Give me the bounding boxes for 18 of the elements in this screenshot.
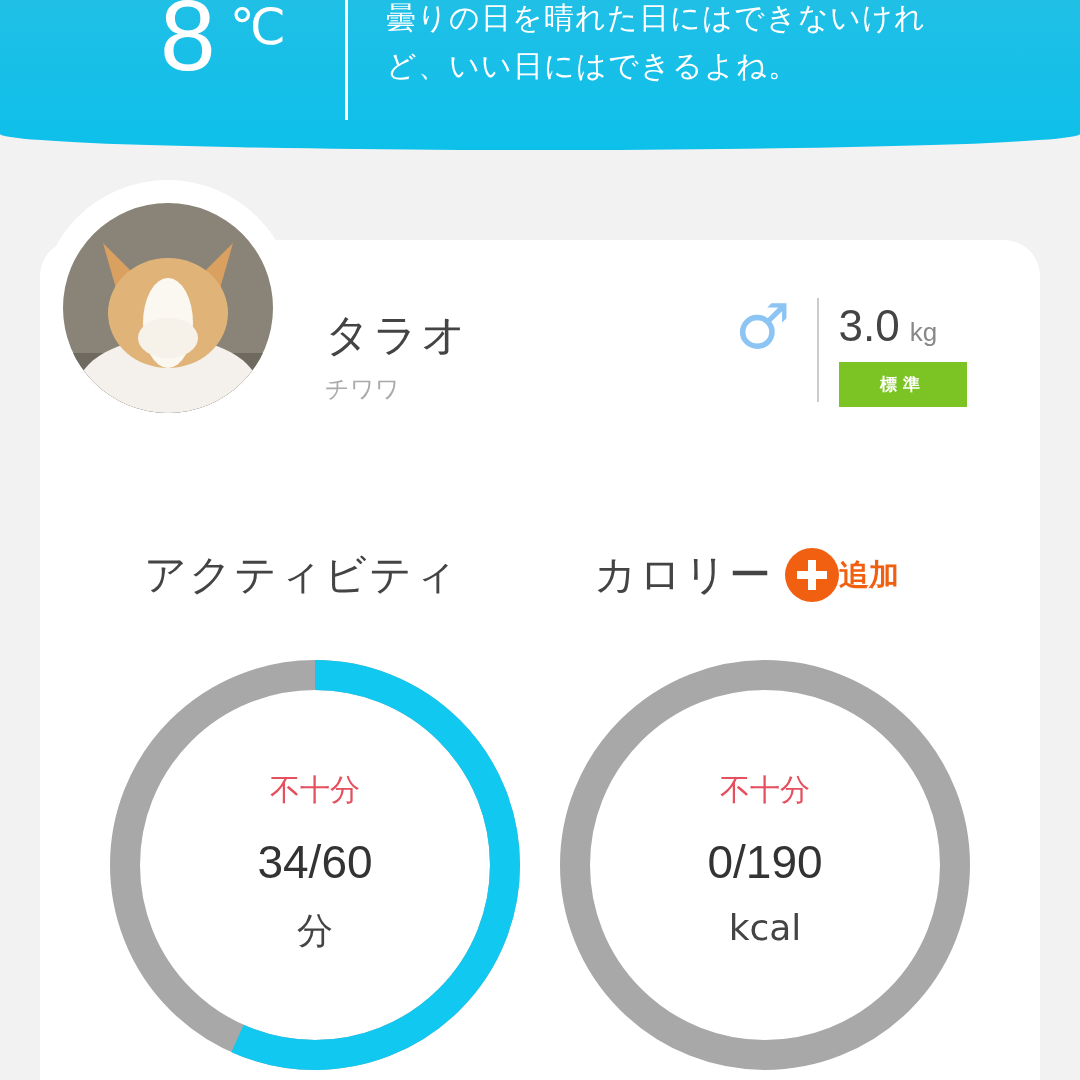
meter-reading: 0/190 [707,835,823,889]
weather-message: 曇りの日を晴れた日にはできないけれど、いい日にはできるよね。 [386,0,927,85]
meter-unit: 分 [297,909,333,953]
add-button[interactable]: 追加 [785,548,899,602]
pet-weight: 3.0 kg [838,300,939,352]
section-title: アクティビティ [144,549,459,601]
status-label: 不十分 [270,771,360,809]
temperature-unit: ℃ [229,0,286,56]
status-label: 不十分 [720,771,810,809]
meter-unit: kcal [728,907,802,948]
plus-icon [785,548,839,602]
pet-name: タラオ [325,308,470,362]
pet-breed: チワワ [325,374,401,405]
male-symbol: ♂ [735,296,791,358]
section-title: カロリー [594,549,773,601]
body-status-badge: 標準 [838,362,967,407]
meter-reading: 34/60 [257,835,373,889]
temperature: 8 [160,0,216,90]
